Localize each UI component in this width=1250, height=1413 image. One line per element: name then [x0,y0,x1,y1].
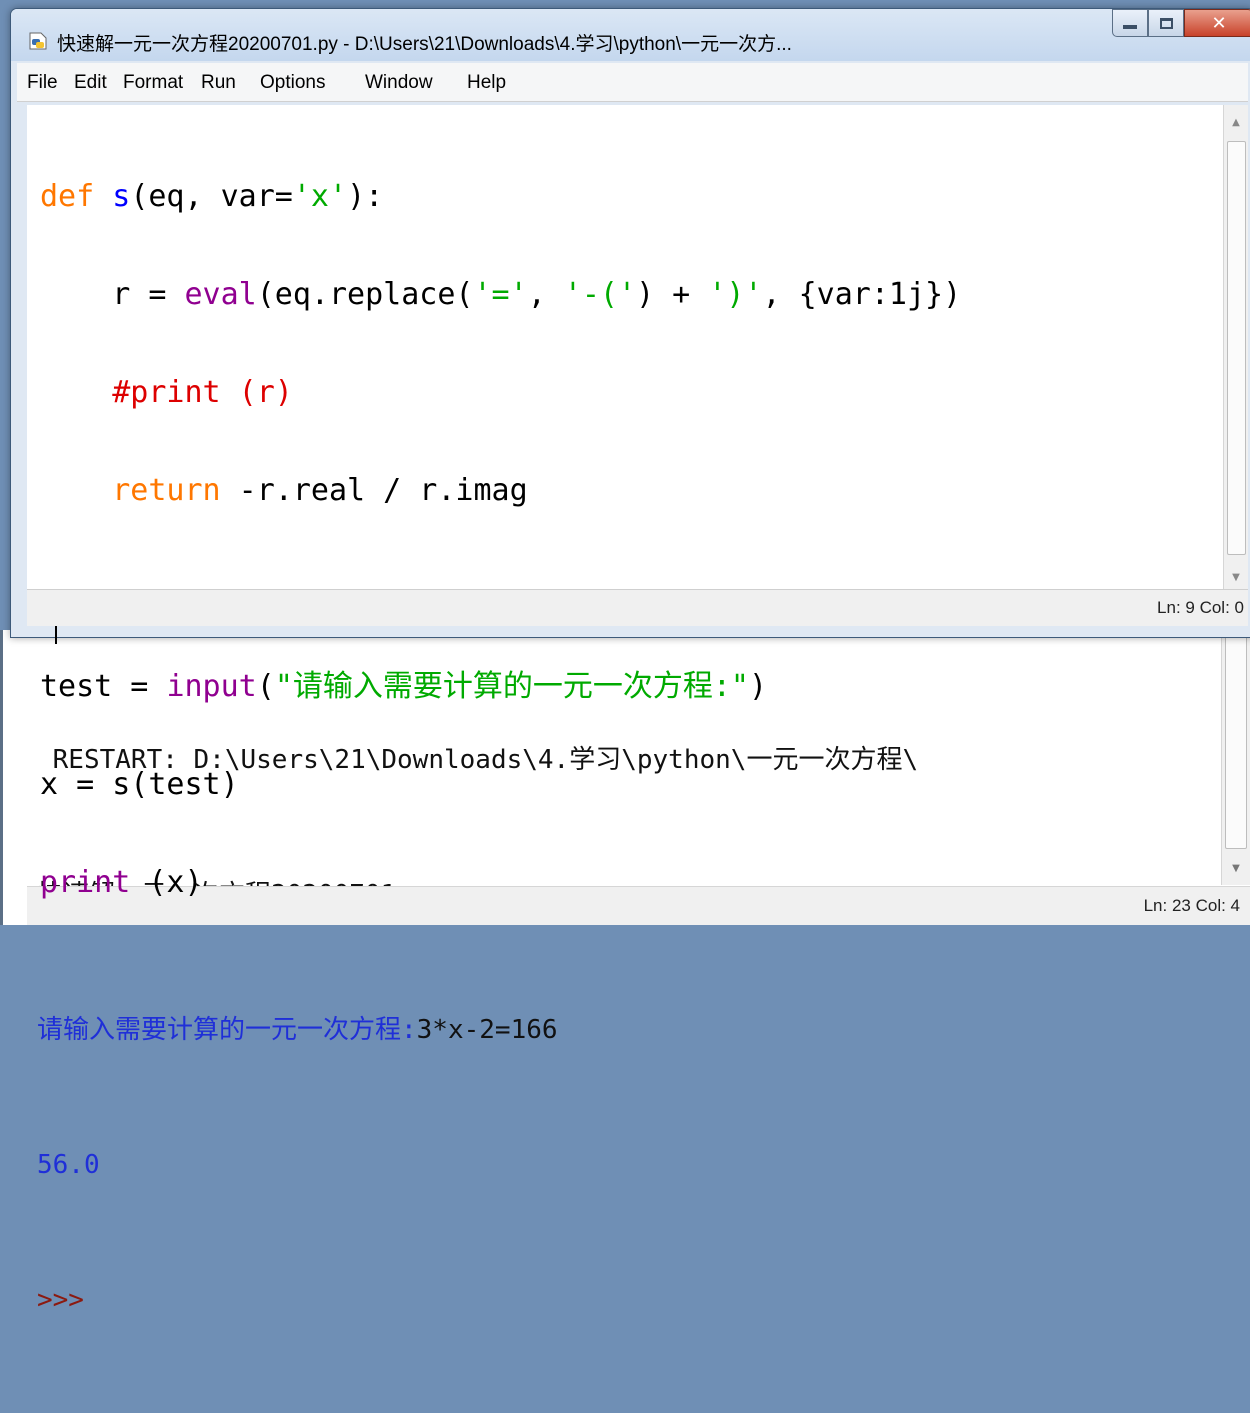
shell-user-input: 3*x-2=166 [416,1015,558,1045]
minimize-button[interactable] [1112,9,1148,37]
window-title: 快速解一元一次方程20200701.py - D:\Users\21\Downl… [57,34,792,55]
menu-options[interactable]: Options [260,72,325,94]
code-line-8: print (x) [40,865,203,900]
scroll-down-icon[interactable]: ▼ [1224,572,1248,583]
menu-run[interactable]: Run [201,72,236,94]
scroll-up-icon[interactable]: ▲ [1224,117,1248,128]
editor-status-bar: Ln: 9 Col: 0 [27,589,1248,626]
code-editor[interactable]: def s(eq, var='x'): r = eval(eq.replace(… [27,105,1224,900]
window-controls: ✕ [1112,9,1250,41]
code-line-7: x = s(test) [40,767,239,802]
code-line-3: #print (r) [112,375,293,410]
editor-cursor-position: Ln: 9 Col: 0 [1157,598,1244,617]
maximize-button[interactable] [1148,9,1184,37]
code-line-1: def s(eq, var='x'): [40,179,384,214]
menu-format[interactable]: Format [123,72,183,94]
menu-file[interactable]: File [27,72,58,94]
minimize-icon [1123,25,1137,29]
shell-input-line: 请输入需要计算的一元一次方程:3*x-2=166 [37,1008,1218,1053]
shell-scroll-down-icon[interactable]: ▼ [1222,863,1250,883]
shell-prompt[interactable]: >>> [37,1278,1218,1323]
close-icon: ✕ [1211,12,1227,34]
shell-scrollbar[interactable]: ▼ [1221,630,1250,885]
close-button[interactable]: ✕ [1184,9,1250,37]
shell-result: 56.0 [37,1150,100,1180]
python-idle-icon [29,32,47,50]
menu-help[interactable]: Help [467,72,506,94]
shell-cursor-position: Ln: 23 Col: 4 [1143,896,1240,915]
editor-scrollbar[interactable]: ▲ ▼ [1223,105,1248,589]
menu-bar: File Edit Format Run Options Window Help [17,63,1248,102]
editor-scrollbar-thumb[interactable] [1227,141,1246,555]
menu-window[interactable]: Window [365,72,433,94]
idle-editor-window: 快速解一元一次方程20200701.py - D:\Users\21\Downl… [10,8,1250,900]
code-line-6: test = input("请输入需要计算的一元一次方程:") [40,669,768,704]
shell-scrollbar-thumb[interactable] [1225,632,1247,849]
code-line-4: return -r.real / r.imag [112,473,528,508]
source-code[interactable]: def s(eq, var='x'): r = eval(eq.replace(… [40,123,961,1005]
maximize-icon [1159,17,1173,29]
title-bar[interactable]: 快速解一元一次方程20200701.py - D:\Users\21\Downl… [11,9,1250,61]
shell-input-prompt-text: 请输入需要计算的一元一次方程: [37,1015,417,1045]
menu-edit[interactable]: Edit [74,72,107,94]
code-line-2: r = eval(eq.replace('=', '-(') + ')', {v… [112,277,962,312]
